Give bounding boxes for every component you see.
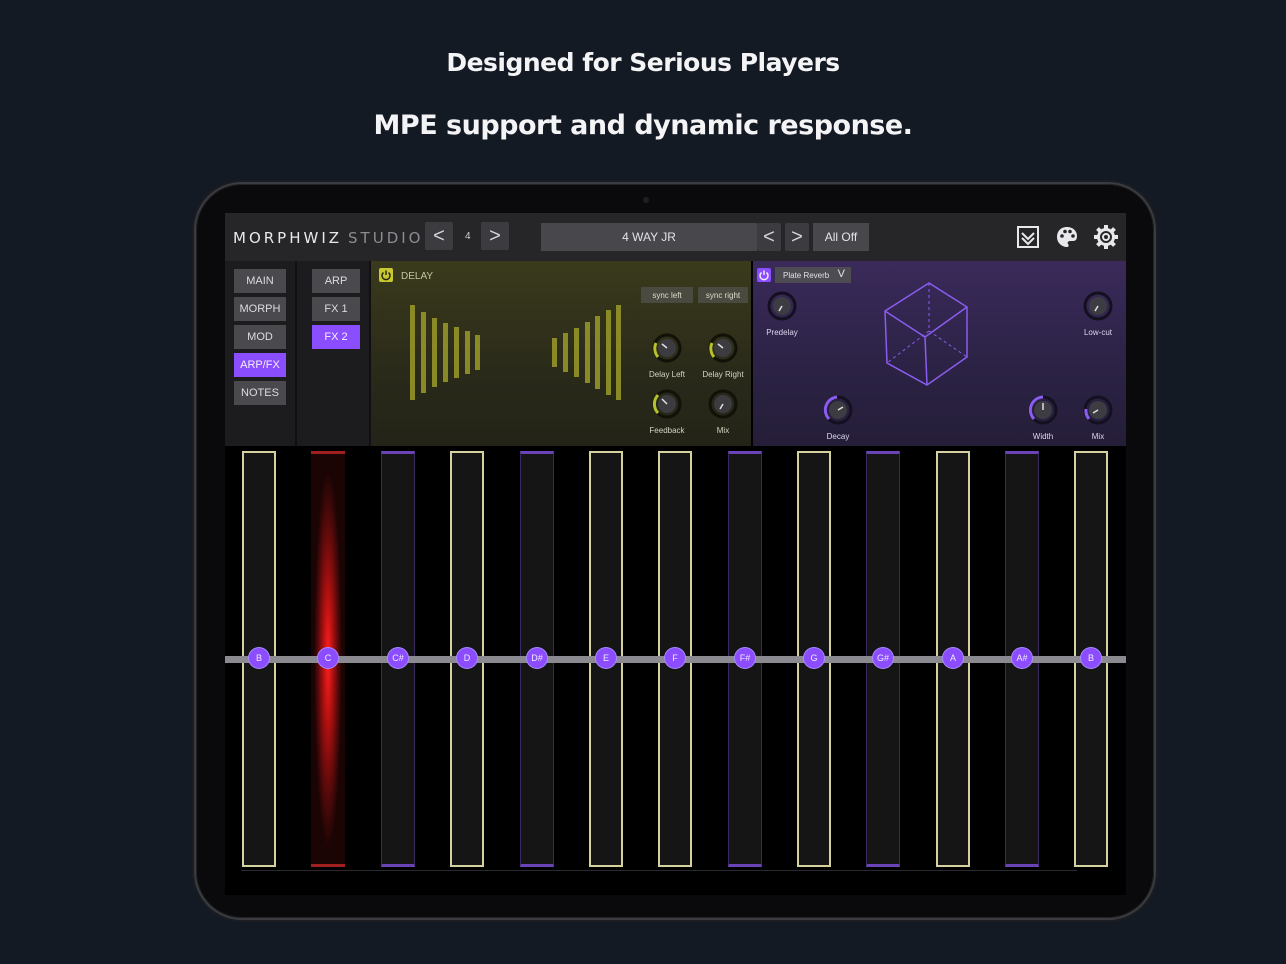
delay-tap-left [454, 327, 459, 378]
delay-tap-left [465, 331, 470, 374]
reverb-power-button[interactable] [757, 268, 771, 282]
gear-icon[interactable] [1093, 224, 1119, 250]
knob-dial [1083, 395, 1113, 425]
note-marker[interactable]: C# [388, 648, 408, 668]
note-marker[interactable]: B [1081, 648, 1101, 668]
knob-label: Decay [826, 432, 850, 441]
knob-label: Predelay [766, 328, 798, 337]
menu-divider [295, 261, 297, 446]
menu-mod[interactable]: MOD [234, 325, 286, 349]
knob-label: Width [1032, 432, 1054, 441]
power-icon [759, 270, 769, 281]
note-marker[interactable]: E [596, 648, 616, 668]
submenu-fx2[interactable]: FX 2 [312, 325, 360, 349]
delay-tap-right [595, 316, 600, 389]
camera [643, 197, 649, 203]
delay-left-knob[interactable]: Delay Left [645, 333, 689, 379]
save-icon[interactable] [1015, 224, 1041, 250]
octave-value: 4 [465, 231, 471, 242]
sync-right-button[interactable]: sync right [698, 287, 748, 303]
knob-label: Delay Right [702, 370, 744, 379]
delay-tap-right [585, 322, 590, 383]
decay-knob[interactable]: Decay [816, 395, 860, 441]
delay-tap-right [563, 333, 568, 372]
feedback-knob[interactable]: Feedback [645, 389, 689, 435]
octave-prev-button[interactable]: < [425, 222, 453, 250]
logo-sub: STUDIO [348, 229, 424, 247]
delay-tap-right [606, 310, 611, 395]
note-marker[interactable]: D [457, 648, 477, 668]
reverb-panel: Plate Reverb V Predelay Low-cut Decay Wi… [753, 261, 1126, 446]
reverb-type-label: Plate Reverb [783, 270, 830, 280]
knob-dial [652, 389, 682, 419]
menu-morph[interactable]: MORPH [234, 297, 286, 321]
preset-prev-button[interactable]: < [757, 223, 781, 251]
low-cut-knob[interactable]: Low-cut [1076, 291, 1120, 337]
subheadline: MPE support and dynamic response. [373, 110, 913, 141]
knob-label: Mix [1091, 432, 1105, 441]
predelay-knob[interactable]: Predelay [760, 291, 804, 337]
reverb-mix-knob[interactable]: Mix [1076, 395, 1120, 441]
width-knob[interactable]: Width [1021, 395, 1065, 441]
preset-name-display[interactable]: 4 WAY JR [541, 223, 757, 251]
note-marker[interactable]: B [249, 648, 269, 668]
knob-dial [708, 333, 738, 363]
preset-next-button[interactable]: > [785, 223, 809, 251]
menu-main[interactable]: MAIN [234, 269, 286, 293]
delay-tap-left [443, 323, 448, 382]
sync-left-button[interactable]: sync left [641, 287, 693, 303]
knob-dial [708, 389, 738, 419]
delay-power-button[interactable] [379, 268, 393, 282]
app-screen: MORPHWIZ STUDIO < 4 > 4 WAY JR < > All Of… [225, 213, 1126, 895]
note-marker[interactable]: F# [735, 648, 755, 668]
menu-arp-fx[interactable]: ARP/FX [234, 353, 286, 377]
delay-mix-knob[interactable]: Mix [701, 389, 745, 435]
delay-tap-left [421, 312, 426, 393]
power-icon [381, 270, 391, 281]
reverb-cube-visual [884, 282, 968, 386]
knob-label: Delay Left [648, 370, 686, 379]
note-marker[interactable]: D# [527, 648, 547, 668]
knob-dial [823, 395, 853, 425]
app-logo: MORPHWIZ STUDIO [233, 229, 423, 247]
knob-dial [1083, 291, 1113, 321]
note-marker[interactable]: A [943, 648, 963, 668]
headline: Designed for Serious Players [446, 48, 840, 77]
mpe-keyboard: B C C# D D# E F F# G G# A A# B [225, 446, 1126, 895]
knob-dial [1028, 395, 1058, 425]
palette-icon[interactable] [1054, 224, 1080, 250]
logo-main: MORPHWIZ [233, 229, 343, 247]
knob-label: Mix [716, 426, 730, 435]
delay-panel: DELAY sync left sync right Delay Left De… [371, 261, 751, 446]
chevron-down-icon: V [837, 268, 845, 280]
top-bar: MORPHWIZ STUDIO < 4 > 4 WAY JR < > All Of… [225, 213, 1126, 261]
knob-label: Low-cut [1083, 328, 1112, 337]
note-marker[interactable]: A# [1012, 648, 1032, 668]
delay-right-knob[interactable]: Delay Right [701, 333, 745, 379]
knob-label: Feedback [649, 426, 685, 435]
menu-notes[interactable]: NOTES [234, 381, 286, 405]
delay-tap-right [574, 328, 579, 377]
reverb-type-dropdown[interactable]: Plate Reverb V [775, 267, 851, 283]
note-marker[interactable]: G# [873, 648, 893, 668]
delay-tap-left [475, 335, 480, 370]
note-marker[interactable]: F [665, 648, 685, 668]
delay-tap-right [616, 305, 621, 400]
submenu-arp[interactable]: ARP [312, 269, 360, 293]
note-marker[interactable]: G [804, 648, 824, 668]
delay-tap-left [432, 318, 437, 387]
submenu-fx1[interactable]: FX 1 [312, 297, 360, 321]
all-off-button[interactable]: All Off [813, 223, 869, 251]
knob-dial [652, 333, 682, 363]
octave-next-button[interactable]: > [481, 222, 509, 250]
knob-dial [767, 291, 797, 321]
delay-tap-right [552, 338, 557, 367]
delay-tap-left [410, 305, 415, 400]
note-marker[interactable]: C [318, 648, 338, 668]
delay-title: DELAY [401, 271, 434, 282]
keyboard-floor-line [241, 870, 1077, 871]
left-menu-panel: MAIN MORPH MOD ARP/FX NOTES ARP FX 1 FX … [225, 261, 369, 446]
